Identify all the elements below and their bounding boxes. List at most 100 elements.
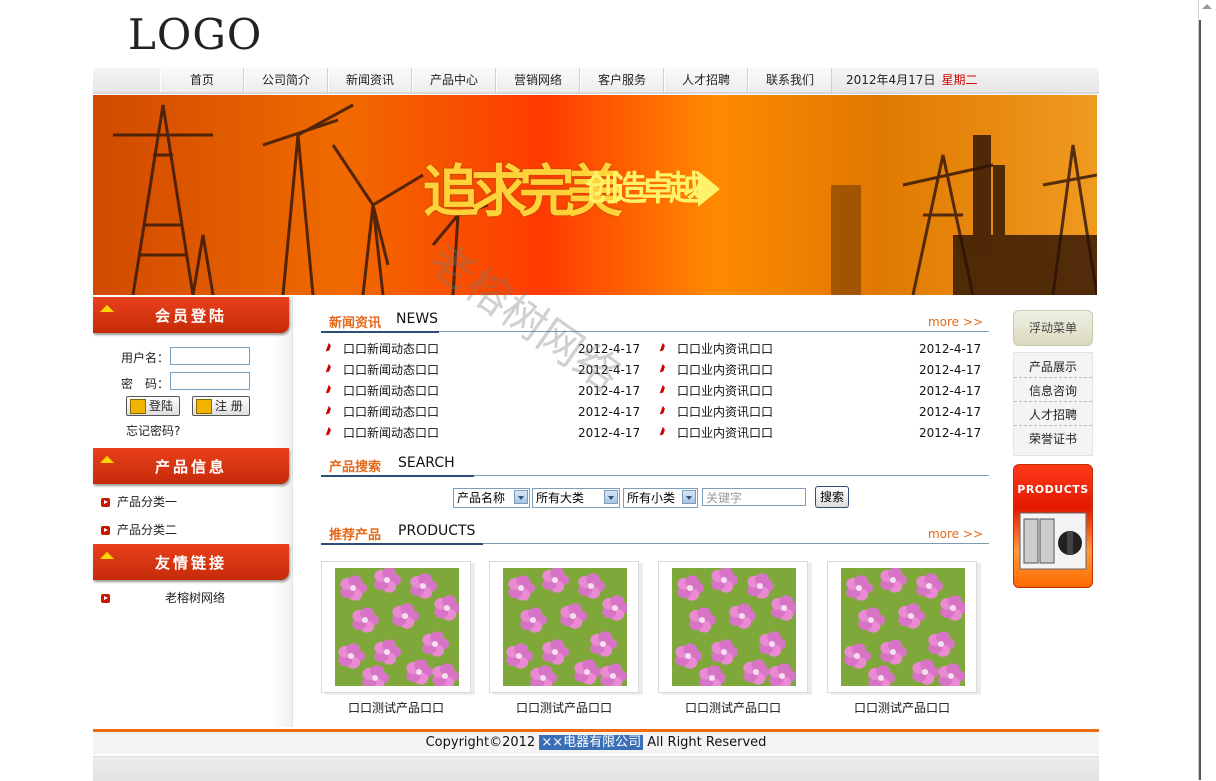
nav-item-news[interactable]: 新闻资讯: [328, 68, 412, 92]
industry-item-title: 口口业内资讯口口: [677, 426, 774, 440]
flower-center: [709, 675, 715, 681]
news-item-title: 口口新闻动态口口: [343, 405, 440, 419]
site-logo[interactable]: LOGO: [128, 10, 262, 59]
flower-center: [518, 585, 524, 591]
flower-center: [600, 641, 606, 647]
vertical-scrollbar[interactable]: [1198, 0, 1216, 780]
nav-item-contact[interactable]: 联系我们: [748, 68, 832, 92]
flower-petal: [418, 573, 433, 586]
flower-center: [948, 673, 954, 679]
news-item[interactable]: 口口新闻动态口口: [325, 403, 440, 420]
search-button[interactable]: 搜索: [815, 486, 849, 508]
member-login-header: 会员登陆: [93, 297, 289, 333]
bullet-icon: [659, 426, 671, 439]
news-item[interactable]: 口口新闻动态口口: [325, 424, 439, 441]
product-name[interactable]: 口口测试产品口口: [321, 699, 471, 716]
flower-petal: [946, 663, 961, 676]
friend-link-1[interactable]: 老榕树网络: [101, 589, 225, 606]
login-button[interactable]: 登陆: [126, 396, 181, 416]
flower-center: [530, 617, 536, 623]
industry-item[interactable]: 口口业内资讯口口: [659, 382, 773, 399]
industry-item[interactable]: 口口业内资讯口口: [659, 340, 773, 357]
product-name[interactable]: 口口测试产品口口: [658, 699, 808, 716]
nav-item-products[interactable]: 产品中心: [412, 68, 496, 92]
password-input[interactable]: [170, 372, 250, 390]
product-image[interactable]: [335, 568, 459, 686]
username-input[interactable]: [170, 347, 250, 365]
weekday-text: 星期二: [941, 73, 978, 87]
keyword-input[interactable]: 关键字: [702, 488, 806, 506]
key-icon: [130, 399, 146, 414]
industry-item-date: 2012-4-17: [919, 426, 982, 440]
product-name[interactable]: 口口测试产品口口: [827, 699, 977, 716]
flower-petal: [719, 639, 734, 652]
flower-center: [350, 585, 356, 591]
chevron-down-icon: [604, 490, 618, 504]
float-item-jobs[interactable]: 人才招聘: [1014, 405, 1092, 426]
products-ad[interactable]: PRODUCTS: [1013, 464, 1093, 588]
flower-petal: [777, 663, 792, 676]
nav-item-jobs[interactable]: 人才招聘: [664, 68, 748, 92]
flower-petal: [767, 631, 782, 644]
product-image[interactable]: [672, 568, 796, 686]
bullet-icon: [659, 405, 671, 418]
search-title-cn: 产品搜索: [329, 460, 382, 475]
news-more-link[interactable]: more >>: [928, 315, 983, 329]
float-item-honors[interactable]: 荣誉证书: [1014, 429, 1092, 449]
flower-center: [516, 653, 522, 659]
news-item-date: 2012-4-17: [578, 342, 641, 356]
flower-center: [402, 613, 408, 619]
news-item-date: 2012-4-17: [578, 363, 641, 377]
flower-petal: [598, 631, 613, 644]
flower-center: [444, 605, 450, 611]
forgot-password-link[interactable]: 忘记密码?: [126, 422, 180, 439]
news-item[interactable]: 口口新闻动态口口: [325, 340, 439, 357]
flower-petal: [924, 573, 939, 586]
nav-item-network[interactable]: 营销网络: [496, 68, 580, 92]
float-menu-title[interactable]: 浮动菜单: [1013, 310, 1093, 346]
flower-petal: [876, 665, 891, 678]
scroll-track[interactable]: [1199, 20, 1201, 780]
industry-item[interactable]: 口口业内资讯口口: [659, 361, 773, 378]
float-item-products[interactable]: 产品展示: [1014, 357, 1092, 378]
flower-center: [384, 649, 390, 655]
category-item-2[interactable]: 产品分类二: [101, 521, 177, 538]
category-select[interactable]: 所有大类: [532, 488, 620, 508]
float-item-inquiry[interactable]: 信息咨询: [1014, 381, 1092, 402]
news-item[interactable]: 口口新闻动态口口: [325, 361, 439, 378]
product-name[interactable]: 口口测试产品口口: [489, 699, 639, 716]
nav-item-home[interactable]: 首页: [160, 68, 244, 92]
bullet-icon: [325, 384, 337, 397]
product-image[interactable]: [841, 568, 965, 686]
search-field-select[interactable]: 产品名称: [453, 488, 530, 508]
flower-center: [854, 653, 860, 659]
industry-item[interactable]: 口口业内资讯口口: [659, 424, 774, 441]
left-sidebar: 会员登陆 用户名： 密 码： 登陆 注 册 忘记密码? 产品信息 产品分类一 产…: [93, 297, 293, 727]
flower-center: [753, 669, 759, 675]
products-more-link[interactable]: more >>: [928, 527, 983, 541]
search-title-en: SEARCH: [398, 455, 455, 471]
flower-center: [416, 669, 422, 675]
category-item-1[interactable]: 产品分类一: [101, 493, 177, 510]
flower-petal: [442, 595, 457, 608]
industry-item[interactable]: 口口业内资讯口口: [659, 403, 773, 420]
user-icon: [196, 399, 212, 414]
scroll-up-icon[interactable]: [1202, 4, 1212, 9]
product-frame: [489, 561, 639, 693]
product-image[interactable]: [503, 568, 627, 686]
login-button-label: 登陆: [149, 399, 174, 413]
flower-petal: [568, 603, 583, 616]
flower-petal: [948, 595, 963, 608]
news-item[interactable]: 口口新闻动态口口: [325, 382, 439, 399]
flower-center: [384, 577, 390, 583]
nav-item-about[interactable]: 公司简介: [244, 68, 328, 92]
bullet-icon: [101, 594, 110, 603]
subcategory-select[interactable]: 所有小类: [623, 488, 698, 508]
banner-arrow-icon: [698, 171, 720, 207]
industry-item-date: 2012-4-17: [919, 384, 982, 398]
links-title: 友情链接: [154, 554, 227, 572]
flower-center: [420, 583, 426, 589]
flower-center: [432, 641, 438, 647]
register-button[interactable]: 注 册: [192, 396, 250, 416]
nav-item-service[interactable]: 客户服务: [580, 68, 664, 92]
